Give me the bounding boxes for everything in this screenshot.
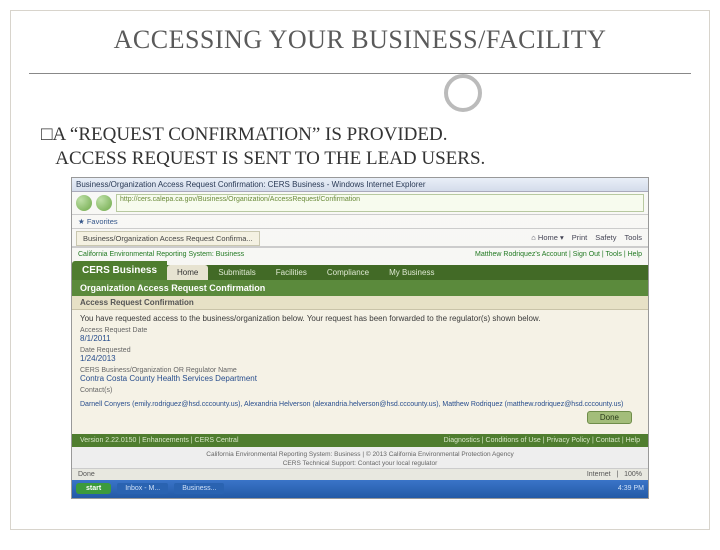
panel-title: Organization Access Request Confirmation [72,280,648,296]
cers-header-right[interactable]: Matthew Rodriquez's Account | Sign Out |… [475,251,642,258]
tool-home[interactable]: ⌂ Home ▾ [531,233,564,242]
bullet-line-2: ACCESS REQUEST IS SENT TO THE LEAD USERS… [55,148,485,169]
tab-submittals[interactable]: Submittals [208,265,265,280]
bullet-line-1: A “REQUEST CONFIRMATION” IS PROVIDED. [52,124,447,145]
title-divider [11,73,709,113]
ring-accent-icon [444,74,482,112]
back-icon[interactable] [76,195,92,211]
contacts-label: Contact(s) [80,387,640,394]
embedded-screenshot: Business/Organization Access Request Con… [71,177,649,499]
bullet-square-icon: □ [41,124,52,145]
tab-my-business[interactable]: My Business [379,265,444,280]
tab-compliance[interactable]: Compliance [317,265,379,280]
slide-title: ACCESSING YOUR BUSINESS/FACILITY [31,25,689,55]
start-button[interactable]: start [76,483,111,494]
taskbar-item-2[interactable]: Business... [174,483,224,494]
contacts-text: Darnell Conyers (emily.rodriguez@hsd.ccc… [80,400,640,410]
field-3-value: Contra Costa County Health Services Depa… [80,374,640,383]
field-3-label: CERS Business/Organization OR Regulator … [80,367,640,374]
field-1-value: 8/1/2011 [80,334,640,343]
field-2-value: 1/24/2013 [80,354,640,363]
tab-home[interactable]: Home [167,265,208,280]
tab-facilities[interactable]: Facilities [266,265,317,280]
ie-zoom[interactable]: 100% [624,471,642,478]
tool-tools[interactable]: Tools [624,233,642,242]
address-bar[interactable]: http://cers.calepa.ca.gov/Business/Organ… [116,194,644,212]
taskbar-item-1[interactable]: Inbox - M... [117,483,168,494]
windows-taskbar[interactable]: start Inbox - M... Business... 4:39 PM [72,480,648,498]
footer-green-right[interactable]: Diagnostics | Conditions of Use | Privac… [444,437,640,444]
system-tray[interactable]: 4:39 PM [618,485,644,492]
bullet-text: □A “REQUEST CONFIRMATION” IS PROVIDED. A… [41,123,679,171]
tool-print[interactable]: Print [572,233,587,242]
favorites-button[interactable]: ★ Favorites [78,217,118,226]
ie-status-left: Done [78,471,95,478]
done-button[interactable]: Done [587,411,632,424]
ie-status-zone: Internet [587,471,611,478]
tool-safety[interactable]: Safety [595,233,616,242]
forward-icon[interactable] [96,195,112,211]
clock: 4:39 PM [618,485,644,492]
intro-text: You have requested access to the busines… [80,314,640,323]
cers-header-left: California Environmental Reporting Syste… [78,251,244,258]
cers-brand: CERS Business [72,261,167,280]
footer-green-left[interactable]: Version 2.22.0150 | Enhancements | CERS … [80,437,239,444]
field-2-label: Date Requested [80,347,640,354]
panel-body: You have requested access to the busines… [72,310,648,435]
panel-subtitle: Access Request Confirmation [72,296,648,310]
field-1-label: Access Request Date [80,327,640,334]
ie-window-titlebar: Business/Organization Access Request Con… [72,178,648,192]
browser-tab[interactable]: Business/Organization Access Request Con… [76,231,260,246]
